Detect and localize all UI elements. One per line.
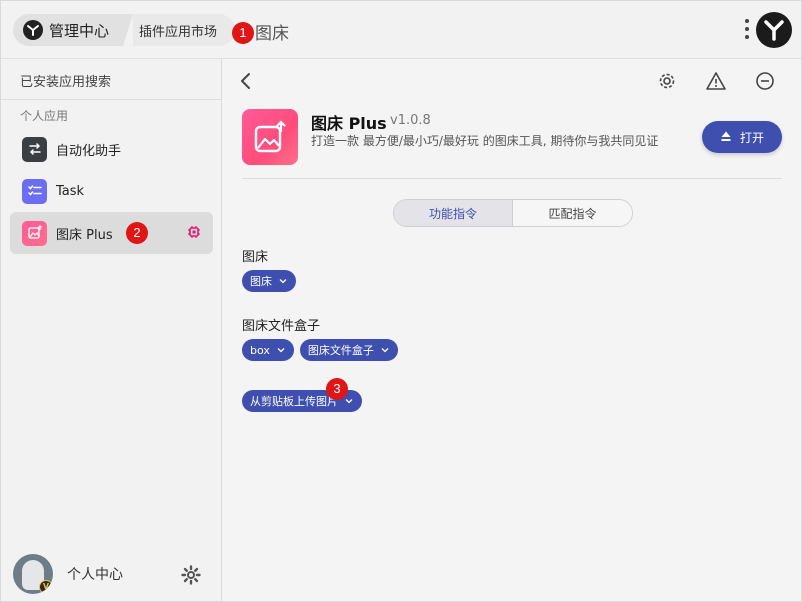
divider <box>242 178 782 179</box>
sidebar-item-image-hosting-plus[interactable]: 图床 Plus 2 <box>10 212 213 254</box>
main-panel: 图床 Plus v1.0.8 打造一款 最方便/最小巧/最好玩 的图床工具, 期… <box>222 59 801 601</box>
breadcrumb-market[interactable]: 插件应用市场 <box>133 14 236 46</box>
installed-app-search[interactable]: 已安装应用搜索 <box>20 71 111 90</box>
command-chip-label: box <box>250 343 270 357</box>
plugin-description: 打造一款 最方便/最小巧/最好玩 的图床工具, 期待你与我共同见证 <box>311 134 659 148</box>
open-button[interactable]: 打开 <box>702 121 782 153</box>
plugin-settings-gear-icon[interactable] <box>655 69 679 93</box>
image-upload-icon <box>22 220 47 246</box>
avatar[interactable]: V <box>13 554 53 594</box>
annotation-badge-3: 3 <box>326 378 348 400</box>
section-label: 个人应用 <box>20 109 69 123</box>
sidebar-item-label: Task <box>56 183 85 199</box>
command-chip[interactable]: 图床文件盒子 <box>299 339 398 361</box>
annotation-badge-1: 1 <box>232 22 254 44</box>
breadcrumb-separator <box>123 14 134 46</box>
current-page-title: 图床 <box>255 24 289 44</box>
command-chip[interactable]: 图床 <box>242 270 296 292</box>
breadcrumb-home[interactable]: 管理中心 <box>13 14 124 46</box>
breadcrumb-home-label: 管理中心 <box>49 21 110 40</box>
command-chip-label: 图床 <box>250 275 272 288</box>
app-window: 管理中心 插件应用市场 × 图床 1 已安装应用搜索 个人应用 自动化助手 Ta… <box>0 0 802 602</box>
vip-badge: V <box>39 580 53 594</box>
command-title: 图床 <box>242 250 269 265</box>
user-logo-icon[interactable] <box>756 12 792 48</box>
report-warning-icon[interactable] <box>704 69 728 93</box>
chevron-down-icon <box>277 348 285 353</box>
plugin-version: v1.0.8 <box>390 113 431 128</box>
automation-icon <box>22 136 47 162</box>
sidebar-item-label: 自动化助手 <box>56 143 122 159</box>
sidebar-item-task[interactable]: Task <box>10 170 213 212</box>
breadcrumb: 管理中心 插件应用市场 <box>13 14 236 46</box>
command-chip-row: box 图床文件盒子 <box>242 339 398 361</box>
back-arrow-icon[interactable] <box>234 69 258 93</box>
tab-match-commands[interactable]: 匹配指令 <box>513 200 632 226</box>
settings-gear-icon[interactable] <box>181 565 201 589</box>
command-chip-label: 从剪贴板上传图片 <box>250 395 338 408</box>
top-bar: 管理中心 插件应用市场 × 图床 1 <box>1 1 801 59</box>
uninstall-minus-circle-icon[interactable] <box>753 69 777 93</box>
annotation-badge-2: 2 <box>126 222 148 244</box>
more-options-icon[interactable] <box>744 17 750 41</box>
command-chip-label: 图床文件盒子 <box>307 344 374 357</box>
sidebar-item-automation[interactable]: 自动化助手 <box>10 128 213 170</box>
sidebar-item-label: 图床 Plus <box>56 227 113 243</box>
open-button-label: 打开 <box>739 130 764 145</box>
chevron-down-icon <box>381 348 389 353</box>
command-tabs: 功能指令 匹配指令 <box>393 199 633 227</box>
user-profile[interactable]: V 个人中心 <box>13 554 123 594</box>
plugin-logo-icon <box>242 109 298 165</box>
command-title: 图床文件盒子 <box>242 319 321 334</box>
task-list-icon <box>22 178 47 204</box>
profile-name: 个人中心 <box>67 567 123 583</box>
command-chip-row: 图床 <box>242 270 296 292</box>
app-logo-icon <box>23 20 43 40</box>
divider <box>1 99 221 100</box>
plugin-name: 图床 Plus <box>311 114 387 133</box>
tab-function-commands[interactable]: 功能指令 <box>394 200 513 226</box>
chevron-down-icon <box>279 279 287 284</box>
chevron-down-icon <box>345 399 353 404</box>
developer-chip-icon[interactable] <box>187 225 201 243</box>
command-chip[interactable]: box <box>242 339 294 361</box>
sidebar: 已安装应用搜索 个人应用 自动化助手 Task 图床 Plus 2 V 个人中心 <box>1 59 222 601</box>
eject-icon <box>720 130 732 145</box>
